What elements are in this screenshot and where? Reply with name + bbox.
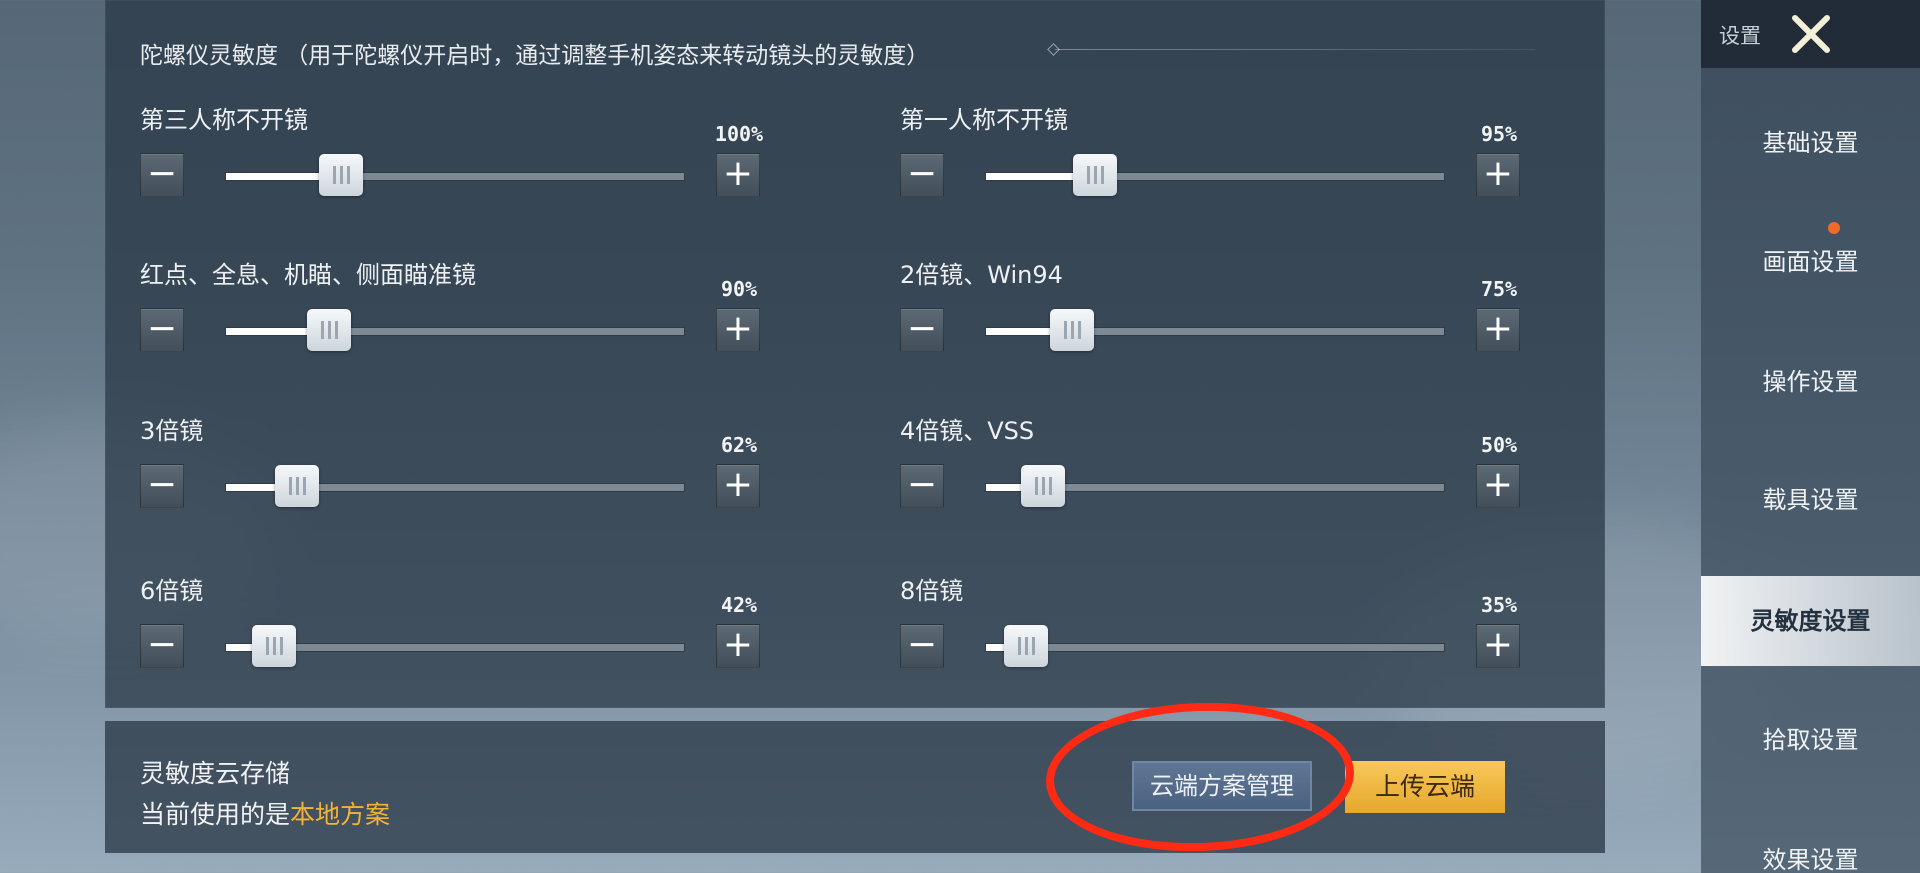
sidebar-item-graphics[interactable]: 画面设置 [1701,217,1920,307]
slider-label: 8倍镜 [900,577,964,605]
slider-row-2x-scope: 2倍镜、Win94 75% − + [900,255,1530,375]
slider-track[interactable] [985,465,1445,507]
increase-button[interactable]: + [1476,308,1520,352]
slider-value: 75% [1480,277,1518,301]
slider-row-tpp-no-scope: 第三人称不开镜 100% − + [140,100,770,220]
slider-label: 第三人称不开镜 [140,106,308,134]
slider-thumb[interactable] [1021,465,1066,507]
section-title: 陀螺仪灵敏度 （用于陀螺仪开启时，通过调整手机姿态来转动镜头的灵敏度） [140,43,930,69]
decrease-button[interactable]: − [140,308,184,352]
slider-row-3x-scope: 3倍镜 62% − + [140,411,770,531]
slider-value: 50% [1480,433,1518,457]
sidebar-header: 设置 [1701,0,1920,68]
slider-value: 42% [720,593,758,617]
slider-label: 第一人称不开镜 [900,106,1068,134]
sidebar-item-controls[interactable]: 操作设置 [1701,337,1920,427]
slider-label: 3倍镜 [140,417,204,445]
cloud-storage-title: 灵敏度云存储 [140,759,291,788]
slider-thumb[interactable] [1072,154,1117,196]
close-icon [1792,15,1830,53]
slider-value: 62% [720,433,758,457]
slider-value: 95% [1480,122,1518,146]
slider-row-red-dot: 红点、全息、机瞄、侧面瞄准镜 90% − + [140,255,770,375]
slider-label: 红点、全息、机瞄、侧面瞄准镜 [140,261,476,289]
slider-track[interactable] [225,154,685,196]
current-plan-text: 当前使用的是本地方案 [140,795,390,831]
decrease-button[interactable]: − [140,624,184,668]
decrease-button[interactable]: − [140,153,184,197]
increase-button[interactable]: + [1476,153,1520,197]
increase-button[interactable]: + [716,624,760,668]
sidebar-item-sensitivity[interactable]: 灵敏度设置 [1701,576,1920,666]
slider-thumb[interactable] [252,625,297,667]
slider-label: 2倍镜、Win94 [900,261,1063,289]
slider-thumb[interactable] [318,154,363,196]
slider-row-6x-scope: 6倍镜 42% − + [140,571,770,691]
slider-value: 90% [720,277,758,301]
decrease-button[interactable]: − [900,464,944,508]
gyro-sensitivity-panel: 陀螺仪灵敏度 （用于陀螺仪开启时，通过调整手机姿态来转动镜头的灵敏度） 第三人称… [105,0,1605,708]
sidebar-item-basic[interactable]: 基础设置 [1701,98,1920,188]
increase-button[interactable]: + [1476,464,1520,508]
decrease-button[interactable]: − [900,308,944,352]
decrease-button[interactable]: − [140,464,184,508]
cloud-storage-panel: 灵敏度云存储 当前使用的是本地方案 云端方案管理 上传云端 [105,721,1605,853]
increase-button[interactable]: + [716,464,760,508]
current-plan-name: 本地方案 [290,800,391,829]
slider-value: 100% [714,122,764,146]
increase-button[interactable]: + [1476,624,1520,668]
slider-track[interactable] [985,154,1445,196]
upload-cloud-button[interactable]: 上传云端 [1345,761,1505,813]
slider-thumb[interactable] [1004,625,1049,667]
slider-track[interactable] [985,309,1445,351]
header-divider [1055,49,1535,50]
slider-track[interactable] [985,625,1445,667]
close-button[interactable] [1783,6,1839,62]
cloud-plan-manage-button[interactable]: 云端方案管理 [1132,761,1312,811]
sidebar-title: 设置 [1719,24,1761,48]
notification-dot [1828,222,1840,234]
sidebar-item-effects[interactable]: 效果设置 [1701,815,1920,873]
slider-label: 6倍镜 [140,577,204,605]
slider-thumb[interactable] [274,465,319,507]
decrease-button[interactable]: − [900,624,944,668]
slider-row-8x-scope: 8倍镜 35% − + [900,571,1530,691]
slider-thumb[interactable] [1049,309,1094,351]
settings-main-panel: 陀螺仪灵敏度 （用于陀螺仪开启时，通过调整手机姿态来转动镜头的灵敏度） 第三人称… [105,0,1605,710]
slider-row-fpp-no-scope: 第一人称不开镜 95% − + [900,100,1530,220]
slider-row-4x-scope: 4倍镜、VSS 50% − + [900,411,1530,531]
decrease-button[interactable]: − [900,153,944,197]
settings-sidebar: 设置 基础设置 画面设置 操作设置 载具设置 灵敏度设置 拾取设置 效果设置 [1701,0,1920,873]
slider-track[interactable] [225,465,685,507]
increase-button[interactable]: + [716,308,760,352]
slider-value: 35% [1480,593,1518,617]
sidebar-item-vehicle[interactable]: 载具设置 [1701,455,1920,545]
slider-label: 4倍镜、VSS [900,417,1035,445]
current-plan-prefix: 当前使用的是 [140,800,291,829]
slider-thumb[interactable] [307,309,352,351]
sidebar-item-pickup[interactable]: 拾取设置 [1701,695,1920,785]
increase-button[interactable]: + [716,153,760,197]
slider-track[interactable] [225,309,685,351]
slider-track[interactable] [225,625,685,667]
